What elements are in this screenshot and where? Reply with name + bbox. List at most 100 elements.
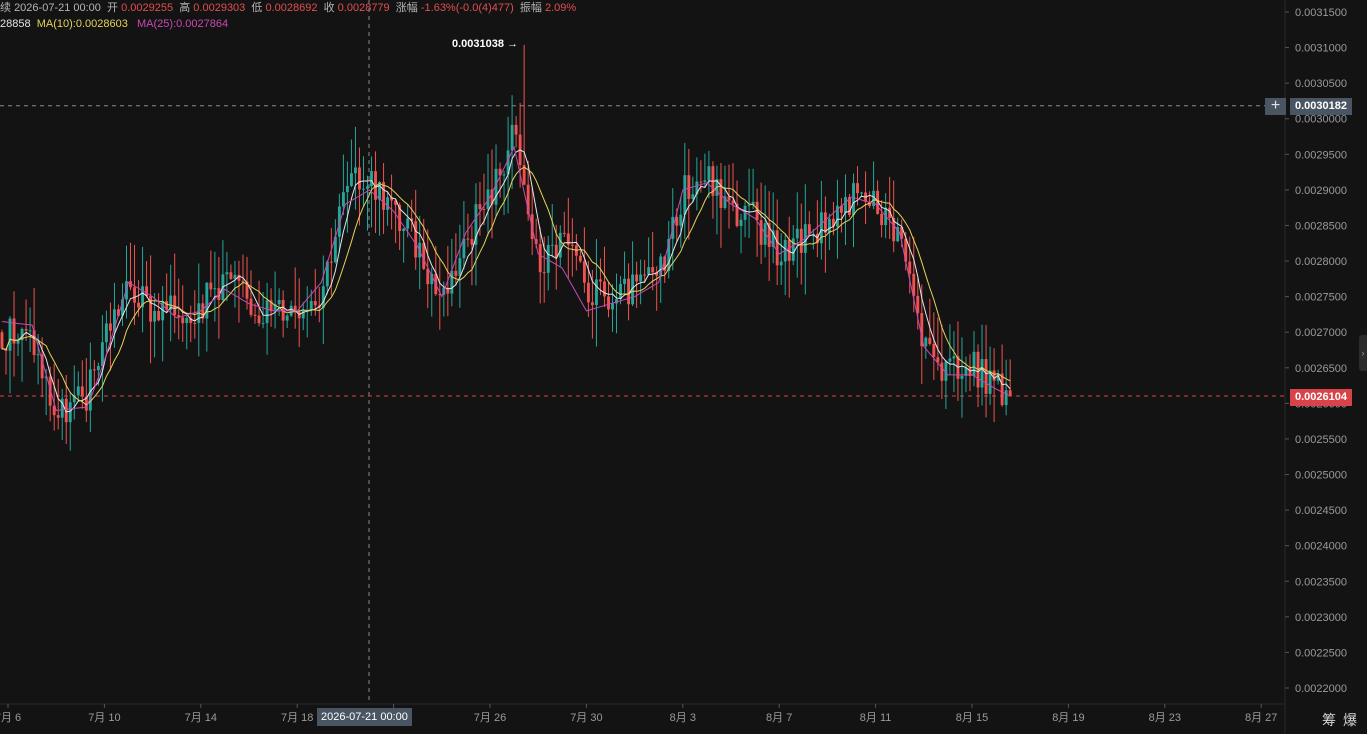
candle-body: [590, 302, 594, 306]
candle-body: [972, 351, 976, 376]
candle-body: [313, 301, 317, 306]
y-tick-label: 0.0027000: [1295, 327, 1347, 339]
low-label: 低: [251, 2, 263, 14]
candle-body: [570, 244, 574, 246]
candle-body: [181, 317, 185, 324]
candle: [56, 379, 60, 430]
last-price-tag: 0.0026104: [1290, 389, 1352, 406]
candle-body: [478, 204, 482, 210]
candle: [719, 162, 723, 248]
candle: [482, 173, 486, 226]
close-value: 0.0028779: [337, 2, 390, 14]
candle-body: [611, 303, 614, 310]
candle-body: [759, 220, 763, 245]
candle: [225, 251, 229, 302]
candlestick-chart[interactable]: 0.00315000.00310000.00305000.00300000.00…: [0, 0, 1367, 734]
candle-body: [56, 415, 60, 418]
candle-body: [329, 261, 333, 263]
candle-body: [699, 181, 703, 183]
candle-body: [635, 274, 639, 282]
candle-body: [1008, 390, 1012, 396]
candle-body: [133, 287, 136, 303]
candle-body: [562, 232, 566, 234]
candle-body: [265, 300, 269, 324]
candle-body: [0, 332, 4, 349]
candle: [631, 241, 635, 307]
candle-body: [80, 386, 84, 397]
candle-body: [558, 232, 562, 258]
candle: [229, 264, 233, 280]
max-price-label: 0.0031038 →: [452, 38, 519, 50]
candle-body: [747, 204, 751, 206]
candle-body: [225, 272, 229, 275]
candle-body: [92, 369, 96, 371]
candle-body: [651, 267, 655, 273]
chip-distribution-button[interactable]: 筹: [1320, 710, 1338, 730]
y-tick-label: 0.0030500: [1295, 78, 1347, 90]
candle-body: [607, 296, 610, 310]
candle-body: [639, 274, 643, 282]
candle: [374, 151, 377, 233]
candle: [88, 342, 92, 432]
candle-body: [466, 238, 470, 240]
candle: [807, 211, 811, 236]
candle: [402, 227, 406, 263]
candle-body: [703, 180, 707, 182]
side-panel-toggle-icon[interactable]: ›: [1359, 335, 1367, 371]
candle: [378, 181, 381, 236]
candle-body: [402, 228, 406, 232]
candle: [0, 329, 4, 350]
candle-body: [341, 192, 345, 207]
candle: [615, 273, 618, 334]
candle: [819, 180, 823, 260]
candle: [844, 174, 847, 246]
candle-body: [779, 261, 783, 266]
candle-body: [960, 375, 964, 379]
candle-body: [510, 124, 514, 151]
candle-body: [386, 197, 390, 210]
candle: [185, 314, 189, 350]
x-tick-label: 7月 26: [474, 712, 506, 724]
candle-body: [213, 288, 217, 290]
candle: [787, 216, 791, 298]
x-tick-label: 7月 6: [0, 712, 21, 724]
candle-body: [345, 186, 349, 193]
candle: [538, 227, 542, 304]
candle-body: [285, 315, 289, 321]
y-tick-label: 0.0025000: [1295, 470, 1347, 482]
liquidation-button[interactable]: 爆: [1341, 710, 1359, 730]
candle: [181, 285, 185, 342]
candle: [594, 239, 598, 347]
kline-chart-panel[interactable]: 0.0031500 0.0031000 0.0030500 0.0030000 0.00…: [0, 0, 1367, 734]
low-value: 0.0028692: [265, 2, 318, 14]
x-tick-label: 7月 30: [570, 712, 602, 724]
candle: [104, 310, 108, 352]
candle: [860, 191, 863, 197]
y-tick-label: 0.0025500: [1295, 434, 1347, 446]
candle: [382, 163, 386, 234]
add-alert-plus-icon[interactable]: +: [1265, 98, 1286, 115]
candle: [988, 346, 992, 405]
crosshair-time-tag: 2026-07-21 00:00: [317, 708, 412, 726]
y-tick-label: 0.0024000: [1295, 541, 1347, 553]
candle-body: [880, 213, 884, 226]
candle: [932, 312, 936, 380]
candle: [558, 225, 562, 267]
y-tick-label: 0.0030000: [1295, 114, 1347, 126]
candle-body: [550, 244, 554, 246]
candle: [394, 199, 398, 244]
candle-body: [856, 183, 859, 194]
candle-body: [362, 188, 365, 190]
candle: [562, 211, 566, 237]
candle-body: [502, 174, 506, 176]
candle: [12, 291, 16, 377]
candle-body: [349, 173, 353, 187]
candle-body: [739, 219, 743, 226]
candle: [566, 197, 570, 279]
candle: [872, 161, 876, 210]
candle: [976, 344, 980, 408]
candle-body: [940, 362, 944, 381]
candle-body: [908, 261, 912, 274]
candle: [265, 282, 269, 355]
candle: [76, 371, 80, 402]
